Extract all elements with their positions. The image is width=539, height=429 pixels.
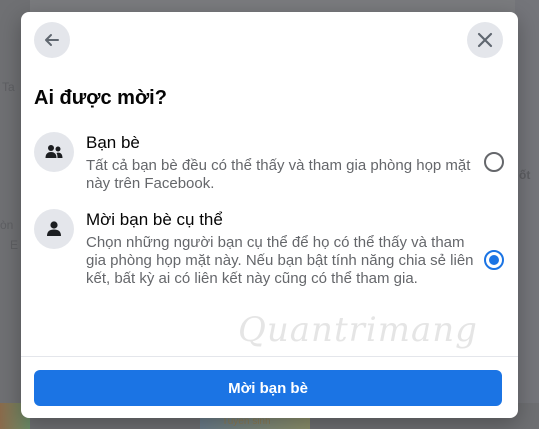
background-text: Ta [2,80,15,94]
radio-friends[interactable] [484,152,504,172]
footer-divider [21,356,518,357]
option-friends[interactable]: Bạn bè Tất cả bạn bè đều có thể thấy và … [34,130,504,196]
option-title: Bạn bè [86,133,140,152]
invite-dialog: Ai được mời? Bạn bè Tất cả bạn bè đều có… [21,12,518,418]
person-icon [34,209,74,249]
option-description: Tất cả bạn bè đều có thể thấy và tham gi… [86,157,471,192]
background-right-column [515,0,539,429]
background-text: E [10,238,19,252]
close-icon [477,32,493,48]
option-description: Chọn những người bạn cụ thể để họ có thể… [86,234,474,287]
invite-friends-button[interactable]: Mời bạn bè [34,370,502,406]
background-text: òn [0,218,14,232]
arrow-left-icon [45,34,59,46]
back-button[interactable] [34,22,70,58]
option-specific-friends[interactable]: Mời bạn bè cụ thể Chọn những người bạn c… [34,207,504,293]
radio-specific-friends[interactable] [484,250,504,270]
friends-icon [34,132,74,172]
dialog-title: Ai được mời? [34,87,167,109]
close-button[interactable] [467,22,503,58]
option-title: Mời bạn bè cụ thể [86,210,223,229]
background-text: ốt [519,168,531,182]
